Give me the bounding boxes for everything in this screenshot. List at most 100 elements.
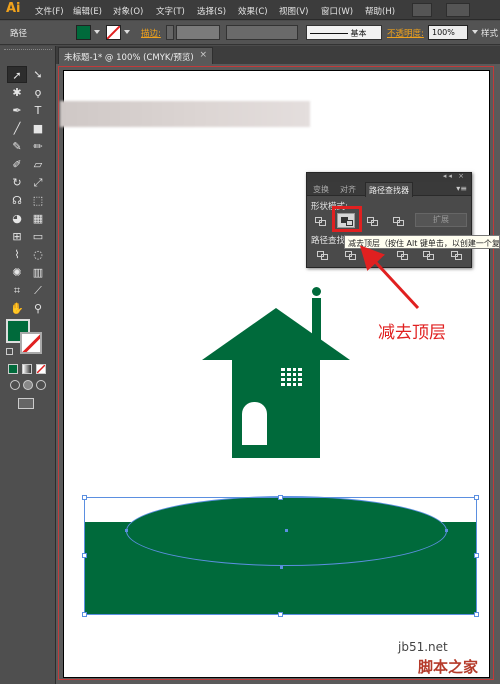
menu-view[interactable]: 视图(V)	[279, 5, 308, 17]
eyedropper-icon[interactable]: ⌇	[7, 246, 27, 263]
panel-title-bar[interactable]: ◂◂ ×	[307, 172, 471, 182]
eraser-icon[interactable]: ▱	[28, 156, 48, 173]
default-colors-icon[interactable]	[6, 348, 13, 355]
column-graph-icon[interactable]: ▥	[28, 264, 48, 281]
stroke-color-box[interactable]	[20, 332, 42, 354]
paintbrush-icon[interactable]: ✎	[7, 138, 27, 155]
lasso-icon[interactable]: ϙ	[28, 84, 48, 101]
style-label[interactable]: 样式	[481, 27, 498, 39]
exclude-icon[interactable]	[389, 213, 407, 228]
expand-button[interactable]: 扩展	[415, 213, 467, 227]
menu-type[interactable]: 文字(T)	[156, 5, 185, 17]
chevron-down-icon[interactable]	[472, 30, 478, 34]
slice-tool-icon[interactable]: ⟋	[28, 282, 48, 299]
rectangle-tool-icon[interactable]: ■	[28, 120, 48, 137]
menu-window[interactable]: 窗口(W)	[321, 5, 353, 17]
selection-bounding-box[interactable]	[84, 497, 477, 615]
resize-handle[interactable]	[474, 612, 479, 617]
menu-edit[interactable]: 编辑(E)	[73, 5, 102, 17]
menu-effect[interactable]: 效果(C)	[238, 5, 268, 17]
house-roof[interactable]	[202, 308, 350, 360]
document-tab[interactable]: 未标题-1* @ 100% (CMYK/预览) ×	[58, 47, 213, 64]
opacity-field[interactable]: 100%	[428, 25, 468, 40]
brush-definition[interactable]: 基本	[306, 25, 382, 40]
center-point	[285, 529, 288, 532]
pencil-icon[interactable]: ✏	[28, 138, 48, 155]
scale-tool-icon[interactable]: ⤢	[28, 174, 48, 191]
resize-handle[interactable]	[82, 495, 87, 500]
type-tool-icon[interactable]: T	[28, 102, 48, 119]
draw-inside-icon[interactable]	[36, 380, 46, 390]
fill-swatch[interactable]	[76, 25, 91, 40]
magic-wand-icon[interactable]: ✱	[7, 84, 27, 101]
panel-menu-icon[interactable]: ▾≡	[456, 184, 467, 193]
tools-panel: ➚ ➘ ✱ ϙ ✒ T ╱ ■ ✎ ✏ ✐ ▱ ↻ ⤢ ☊ ⬚ ◕ ▦ ⊞ ▭ …	[0, 46, 56, 684]
brush-style-label: 基本	[350, 29, 367, 38]
chimney-smoke[interactable]	[312, 287, 321, 296]
panel-grip[interactable]	[4, 49, 52, 57]
rotate-tool-icon[interactable]: ↻	[7, 174, 27, 191]
resize-handle[interactable]	[278, 495, 283, 500]
tab-align[interactable]: 对齐	[340, 184, 356, 195]
menu-bar: Ai 文件(F) 编辑(E) 对象(O) 文字(T) 选择(S) 效果(C) 视…	[0, 0, 500, 20]
selection-tool-icon[interactable]: ➚	[7, 66, 27, 83]
stroke-label[interactable]: 描边:	[141, 27, 161, 39]
perspective-grid-icon[interactable]: ▦	[28, 210, 48, 227]
gradient-mode-icon[interactable]	[22, 364, 32, 374]
menu-object[interactable]: 对象(O)	[113, 5, 143, 17]
watermark-site: jb51.net	[398, 640, 448, 654]
house-chimney[interactable]	[312, 298, 321, 343]
variable-width-profile[interactable]	[226, 25, 298, 40]
unite-icon[interactable]	[311, 213, 329, 228]
close-icon[interactable]: ×	[199, 50, 207, 60]
bridge-icon[interactable]	[412, 3, 432, 17]
stroke-swatch[interactable]	[106, 25, 121, 40]
blob-brush-icon[interactable]: ✐	[7, 156, 27, 173]
color-mode-icon[interactable]	[8, 364, 18, 374]
none-mode-icon[interactable]	[36, 364, 46, 374]
tab-transform[interactable]: 变换	[313, 184, 329, 195]
chevron-down-icon[interactable]	[94, 30, 100, 34]
anchor-point[interactable]	[445, 529, 448, 532]
blend-tool-icon[interactable]: ◌	[28, 246, 48, 263]
menu-select[interactable]: 选择(S)	[197, 5, 226, 17]
shape-builder-icon[interactable]: ◕	[7, 210, 27, 227]
pen-tool-icon[interactable]: ✒	[7, 102, 27, 119]
stroke-weight-field[interactable]	[176, 25, 220, 40]
menu-help[interactable]: 帮助(H)	[365, 5, 395, 17]
collapse-close-icon[interactable]: ◂◂ ×	[443, 172, 466, 180]
direct-selection-tool-icon[interactable]: ➘	[28, 66, 48, 83]
hand-tool-icon[interactable]: ✋	[7, 300, 27, 317]
intersect-icon[interactable]	[363, 213, 381, 228]
divide-icon[interactable]	[313, 247, 331, 262]
house-door[interactable]	[242, 402, 267, 445]
resize-handle[interactable]	[474, 495, 479, 500]
anchor-point[interactable]	[125, 529, 128, 532]
chevron-down-icon[interactable]	[124, 30, 130, 34]
resize-handle[interactable]	[474, 553, 479, 558]
resize-handle[interactable]	[82, 553, 87, 558]
symbol-sprayer-icon[interactable]: ✺	[7, 264, 27, 281]
resize-handle[interactable]	[82, 612, 87, 617]
document-tab-bar: 未标题-1* @ 100% (CMYK/预览) ×	[56, 46, 500, 64]
house-window[interactable]	[279, 366, 304, 388]
opacity-label[interactable]: 不透明度:	[387, 27, 424, 39]
highlight-box	[332, 206, 362, 232]
minus-back-icon[interactable]	[447, 247, 465, 262]
menu-file[interactable]: 文件(F)	[35, 5, 64, 17]
artboard-tool-icon[interactable]: ⌗	[7, 282, 27, 299]
line-tool-icon[interactable]: ╱	[7, 120, 27, 137]
app-logo: Ai	[6, 1, 21, 16]
warp-tool-icon[interactable]: ☊	[7, 192, 27, 209]
mesh-tool-icon[interactable]: ⊞	[7, 228, 27, 245]
free-transform-icon[interactable]: ⬚	[28, 192, 48, 209]
resize-handle[interactable]	[278, 612, 283, 617]
arrange-documents-icon[interactable]	[446, 3, 470, 17]
screen-mode-icon[interactable]	[18, 398, 34, 409]
zoom-tool-icon[interactable]: ⚲	[28, 300, 48, 317]
tab-pathfinder[interactable]: 路径查找器	[365, 182, 413, 197]
stroke-weight-stepper[interactable]	[166, 25, 174, 40]
draw-normal-icon[interactable]	[10, 380, 20, 390]
draw-behind-icon[interactable]	[23, 380, 33, 390]
gradient-tool-icon[interactable]: ▭	[28, 228, 48, 245]
